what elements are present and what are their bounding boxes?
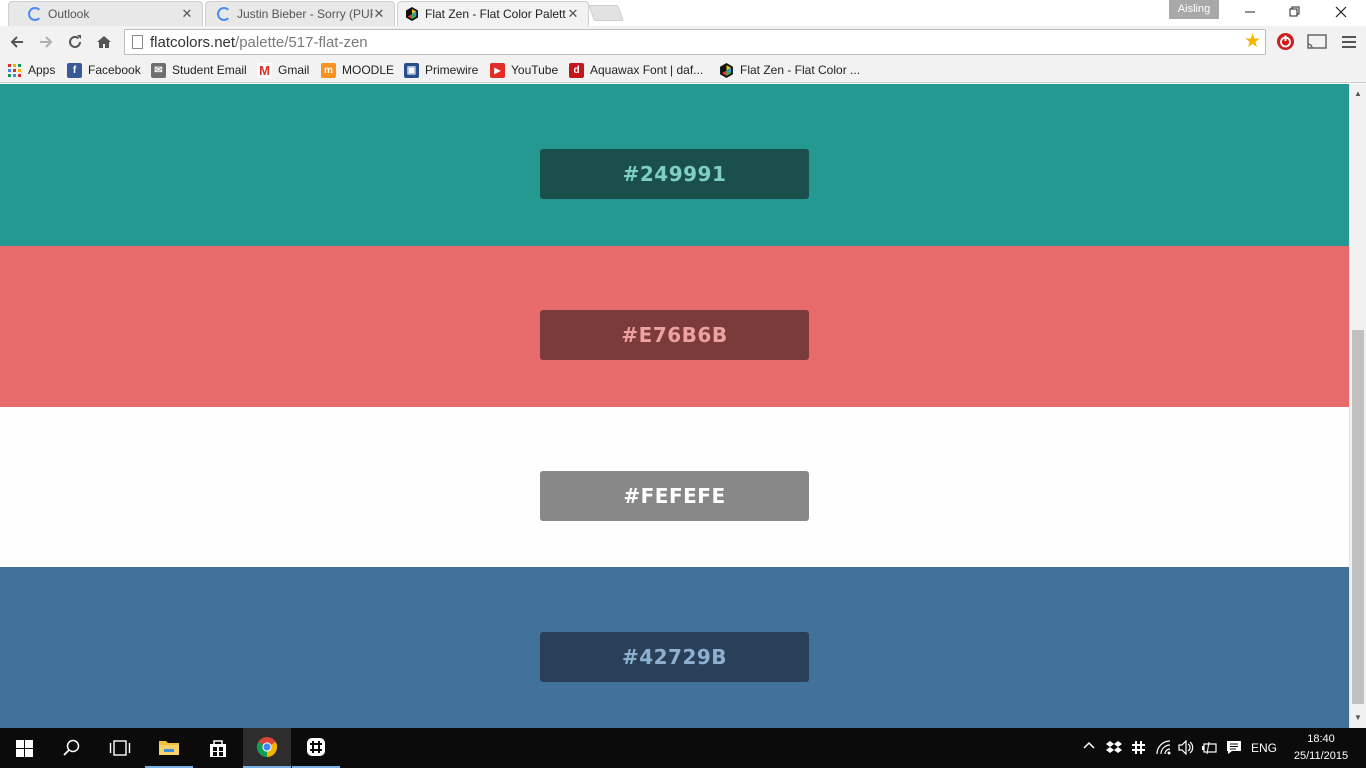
bookmark-label: Facebook [88, 63, 141, 77]
address-bar[interactable]: flatcolors.net/palette/517-flat-zen ★ [124, 29, 1266, 55]
scrollbar-thumb[interactable] [1352, 330, 1364, 704]
power-extension-icon[interactable] [1276, 32, 1295, 56]
apps-grid-icon [8, 63, 21, 77]
browser-toolbar: flatcolors.net/palette/517-flat-zen ★ [0, 26, 1366, 58]
bookmarks-bar: Apps f Facebook ✉ Student Email M Gmail … [0, 58, 1366, 83]
system-clock[interactable]: 18:40 25/11/2015 [1288, 731, 1354, 765]
scroll-up-arrow-icon[interactable]: ▲ [1350, 86, 1366, 102]
bookmark-youtube[interactable]: ▶ YouTube [490, 61, 558, 79]
file-explorer-icon[interactable] [145, 728, 193, 768]
loading-spinner-icon [28, 6, 42, 21]
address-url[interactable]: flatcolors.net/palette/517-flat-zen [150, 34, 368, 51]
bookmark-dafont[interactable]: d Aquawax Font | daf... [569, 61, 703, 79]
color-swatch: #FEFEFE [0, 407, 1349, 567]
bookmark-label: Apps [28, 63, 56, 77]
menu-icon[interactable] [1342, 35, 1356, 54]
url-path: /palette/517-flat-zen [235, 34, 368, 51]
gmail-icon: M [257, 62, 272, 78]
tray-app-icon[interactable] [1131, 740, 1146, 758]
close-window-icon[interactable] [1318, 0, 1364, 26]
tray-chevron-up-icon[interactable] [1083, 739, 1095, 754]
bookmark-facebook[interactable]: f Facebook [67, 61, 141, 79]
bookmark-label: MOODLE [342, 63, 395, 77]
store-icon[interactable] [194, 728, 242, 768]
student-email-icon: ✉ [151, 62, 166, 78]
bookmark-flat-zen[interactable]: Flat Zen - Flat Color ... [719, 61, 860, 79]
tab-justin-bieber[interactable]: Justin Bieber - Sorry (PURI ✕ [205, 1, 395, 26]
facebook-icon: f [67, 62, 82, 78]
back-arrow-icon[interactable] [5, 30, 29, 54]
tab-close-icon[interactable]: ✕ [181, 6, 193, 22]
bookmark-label: Flat Zen - Flat Color ... [740, 63, 861, 77]
page-content: #249991 #E76B6B #FEFEFE #42729B [0, 84, 1349, 728]
color-swatch: #E76B6B [0, 246, 1349, 407]
minimize-icon[interactable] [1227, 0, 1273, 26]
tab-title: Outlook [48, 6, 90, 21]
chrome-icon[interactable] [243, 728, 291, 768]
bookmark-label: YouTube [511, 63, 559, 77]
new-tab-button[interactable] [588, 5, 624, 21]
forward-arrow-icon[interactable] [34, 30, 58, 54]
slack-icon[interactable] [292, 728, 340, 768]
clock-date: 25/11/2015 [1293, 750, 1349, 762]
bookmark-label: Primewire [425, 63, 479, 77]
search-icon[interactable] [48, 728, 96, 768]
flatcolors-hexagon-icon [720, 62, 733, 78]
scroll-down-arrow-icon[interactable]: ▼ [1350, 710, 1366, 726]
tab-outlook[interactable]: Outlook ✕ [8, 1, 203, 26]
clock-time: 18:40 [1307, 733, 1335, 745]
tab-close-icon[interactable]: ✕ [373, 6, 385, 22]
bookmark-label: Student Email [172, 63, 247, 77]
dafont-icon: d [569, 62, 584, 78]
color-swatch: #249991 [0, 84, 1349, 246]
start-windows-icon[interactable] [0, 728, 48, 768]
profile-button[interactable]: Aisling [1169, 0, 1219, 19]
bookmark-student-email[interactable]: ✉ Student Email [151, 61, 247, 79]
hex-code-button[interactable]: #E76B6B [540, 310, 809, 360]
battery-icon[interactable] [1201, 740, 1218, 758]
color-swatch: #42729B [0, 567, 1349, 728]
reload-icon[interactable] [63, 30, 87, 54]
bookmark-moodle[interactable]: m MOODLE [321, 61, 394, 79]
volume-icon[interactable] [1178, 739, 1194, 758]
bookmark-gmail[interactable]: M Gmail [257, 61, 309, 79]
hex-code-button[interactable]: #249991 [540, 149, 809, 199]
moodle-icon: m [321, 62, 336, 78]
bookmark-label: Gmail [278, 63, 310, 77]
restore-icon[interactable] [1272, 0, 1318, 26]
bookmark-star-icon[interactable]: ★ [1244, 30, 1261, 54]
page-icon [132, 35, 143, 49]
language-indicator[interactable]: ENG [1251, 741, 1277, 755]
tab-title: Justin Bieber - Sorry (PURI [237, 6, 373, 21]
flatcolors-hexagon-icon [406, 6, 418, 21]
home-icon[interactable] [92, 30, 116, 54]
hex-code-button[interactable]: #FEFEFE [540, 471, 809, 521]
page-scrollbar[interactable]: ▲ ▼ [1349, 84, 1366, 728]
loading-spinner-icon [217, 6, 231, 21]
dropbox-icon[interactable] [1106, 740, 1122, 758]
tab-flat-zen[interactable]: Flat Zen - Flat Color Palett ✕ [397, 1, 589, 26]
bookmark-apps[interactable]: Apps [7, 61, 55, 79]
bookmark-label: Aquawax Font | daf... [590, 63, 704, 77]
primewire-icon: ▣ [404, 62, 419, 78]
wifi-icon[interactable] [1156, 740, 1172, 758]
bookmark-primewire[interactable]: ▣ Primewire [404, 61, 478, 79]
tab-strip: Outlook ✕ Justin Bieber - Sorry (PURI ✕ … [0, 0, 1366, 26]
url-domain: flatcolors.net [150, 34, 236, 51]
youtube-icon: ▶ [490, 62, 505, 78]
task-view-icon[interactable] [96, 728, 144, 768]
tab-title: Flat Zen - Flat Color Palett [425, 6, 566, 21]
cast-icon[interactable] [1307, 34, 1327, 54]
action-center-icon[interactable] [1226, 740, 1242, 758]
hex-code-button[interactable]: #42729B [540, 632, 809, 682]
windows-taskbar: ENG 18:40 25/11/2015 [0, 728, 1366, 768]
tab-close-icon[interactable]: ✕ [567, 6, 579, 22]
